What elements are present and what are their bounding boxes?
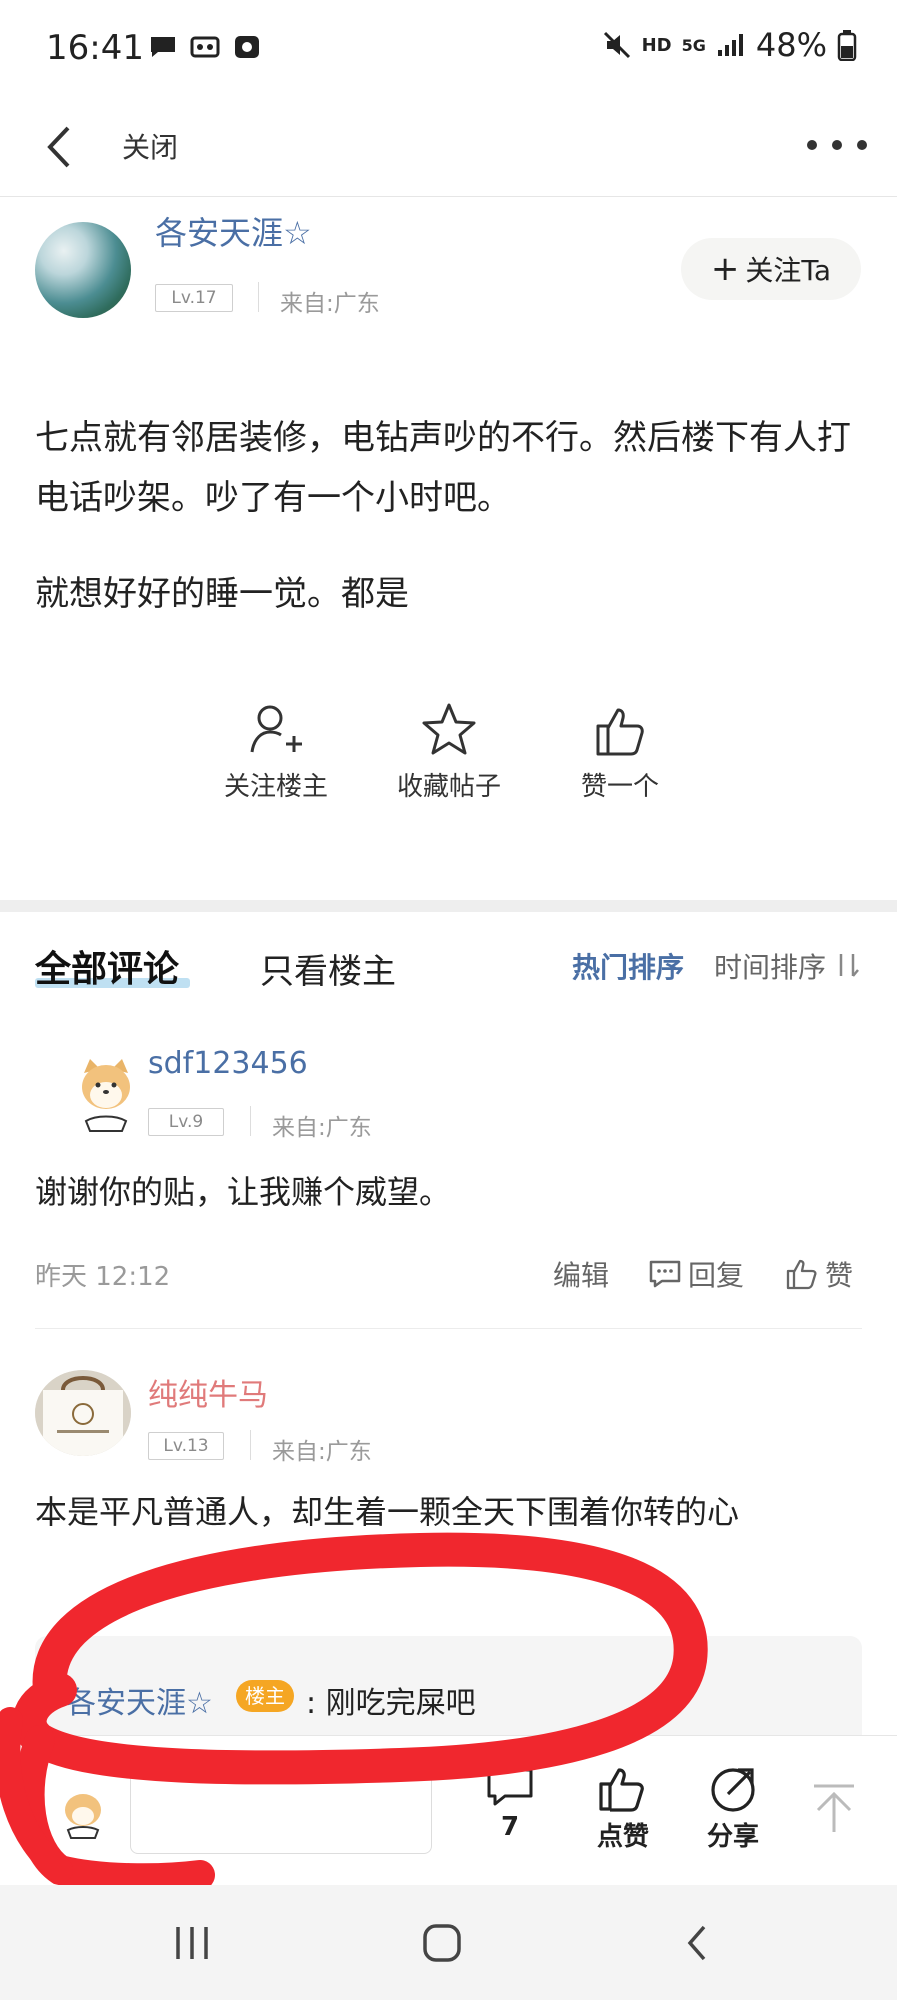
author-location: 来自:广东 xyxy=(280,291,380,317)
hd-indicator: HD xyxy=(641,34,672,56)
5g-indicator: 5G xyxy=(681,35,706,55)
reply-comment-button[interactable]: 回复 xyxy=(648,1254,744,1294)
comment-input[interactable] xyxy=(130,1770,432,1854)
system-nav-bar xyxy=(0,1885,897,2000)
comment-bubble-icon xyxy=(649,1260,681,1288)
sort-arrows-icon[interactable] xyxy=(834,950,860,980)
back-arrow-icon[interactable] xyxy=(40,122,80,172)
divider xyxy=(258,282,259,312)
tab-op-only[interactable]: 只看楼主 xyxy=(260,944,396,993)
like-label: 点赞 xyxy=(596,1822,649,1852)
comment-count: 7 xyxy=(500,1812,520,1842)
voicemail-icon xyxy=(190,36,220,58)
author-avatar[interactable] xyxy=(35,222,131,318)
commenter-level-badge: Lv.13 xyxy=(148,1432,224,1460)
share-label: 分享 xyxy=(706,1822,759,1852)
commenter-name[interactable]: 纯纯牛马 xyxy=(148,1370,268,1414)
close-button[interactable]: 关闭 xyxy=(122,126,178,166)
battery-percent: 48% xyxy=(755,26,827,64)
like-post-action[interactable]: 赞一个 xyxy=(545,700,695,803)
favorite-post-action[interactable]: 收藏帖子 xyxy=(374,700,524,803)
edit-comment-button[interactable]: 编辑 xyxy=(553,1254,609,1294)
thumbs-up-icon xyxy=(599,1768,644,1812)
sort-hot-button[interactable]: 热门排序 xyxy=(572,946,684,986)
add-user-icon xyxy=(250,705,302,753)
share-icon xyxy=(711,1768,755,1812)
thumbs-up-icon xyxy=(596,708,644,756)
commenter-location: 来自:广东 xyxy=(272,1439,372,1465)
follow-op-action[interactable]: 关注楼主 xyxy=(201,700,351,803)
mute-icon xyxy=(603,31,630,59)
share-button[interactable]: 分享 xyxy=(698,1764,768,1853)
status-right: HD 5G 48% xyxy=(602,26,857,64)
message-icon xyxy=(151,37,175,57)
signal-icon xyxy=(717,34,743,56)
follow-label: 关注Ta xyxy=(745,254,832,287)
tote-bag-image xyxy=(35,1370,131,1456)
comment-bubble-icon xyxy=(487,1768,533,1806)
comment-time: 昨天 12:12 xyxy=(35,1262,171,1292)
commenter-avatar[interactable] xyxy=(35,1370,131,1456)
commenter-level-badge: Lv.9 xyxy=(148,1108,224,1136)
status-time: 16:41 xyxy=(46,28,144,68)
reply-label: 回复 xyxy=(688,1259,745,1292)
back-icon[interactable] xyxy=(682,1923,712,1963)
reply-author-name[interactable]: 各安天涯☆ xyxy=(66,1678,213,1722)
post-paragraph: 就想好好的睡一觉。都是 xyxy=(35,574,409,614)
comment-text: 谢谢你的贴，让我赚个威望。 xyxy=(35,1173,452,1211)
thumbs-up-icon xyxy=(786,1259,817,1290)
like-label: 赞 xyxy=(825,1259,854,1292)
divider xyxy=(250,1106,251,1136)
clock-app-icon xyxy=(235,36,259,58)
recent-apps-icon[interactable] xyxy=(172,1925,212,1961)
post-paragraph: 七点就有邻居装修，电钻声吵的不行。然后楼下有人打电话吵架。吵了有一个小时吧。 xyxy=(35,418,851,518)
user-avatar[interactable] xyxy=(60,1790,106,1840)
battery-icon xyxy=(837,30,857,61)
like-comment-button[interactable]: 赞 xyxy=(785,1254,853,1294)
more-options-icon[interactable] xyxy=(807,130,867,160)
commenter-avatar[interactable] xyxy=(76,1055,136,1135)
commenter-location: 来自:广东 xyxy=(272,1115,372,1141)
nav-bar: 关闭 xyxy=(0,100,897,197)
comment-divider xyxy=(35,1328,862,1329)
scroll-to-top-icon[interactable] xyxy=(810,1782,858,1836)
like-button[interactable]: 点赞 xyxy=(588,1764,658,1853)
author-level-badge: Lv.17 xyxy=(155,284,233,312)
tab-all-comments[interactable]: 全部评论 xyxy=(35,940,179,992)
favorite-post-label: 收藏帖子 xyxy=(396,772,501,802)
op-badge: 楼主 xyxy=(236,1680,294,1712)
follow-op-label: 关注楼主 xyxy=(223,772,328,802)
reply-text: : 刚吃完屎吧 xyxy=(306,1686,476,1721)
divider xyxy=(250,1430,251,1460)
author-name[interactable]: 各安天涯☆ xyxy=(155,208,312,254)
status-bar: 16:41 HD 5G 48% xyxy=(0,0,897,100)
comment-text: 本是平凡普通人，却生着一颗全天下围着你转的心 xyxy=(35,1493,740,1531)
star-icon xyxy=(422,703,476,755)
sort-time-button[interactable]: 时间排序 xyxy=(714,946,826,986)
section-divider xyxy=(0,900,897,912)
home-icon[interactable] xyxy=(422,1923,462,1963)
comments-button[interactable]: 7 xyxy=(480,1766,540,1842)
plus-icon: + xyxy=(710,249,740,289)
follow-author-button[interactable]: + 关注Ta xyxy=(681,238,861,300)
like-post-label: 赞一个 xyxy=(580,772,659,802)
commenter-name[interactable]: sdf123456 xyxy=(148,1046,308,1081)
